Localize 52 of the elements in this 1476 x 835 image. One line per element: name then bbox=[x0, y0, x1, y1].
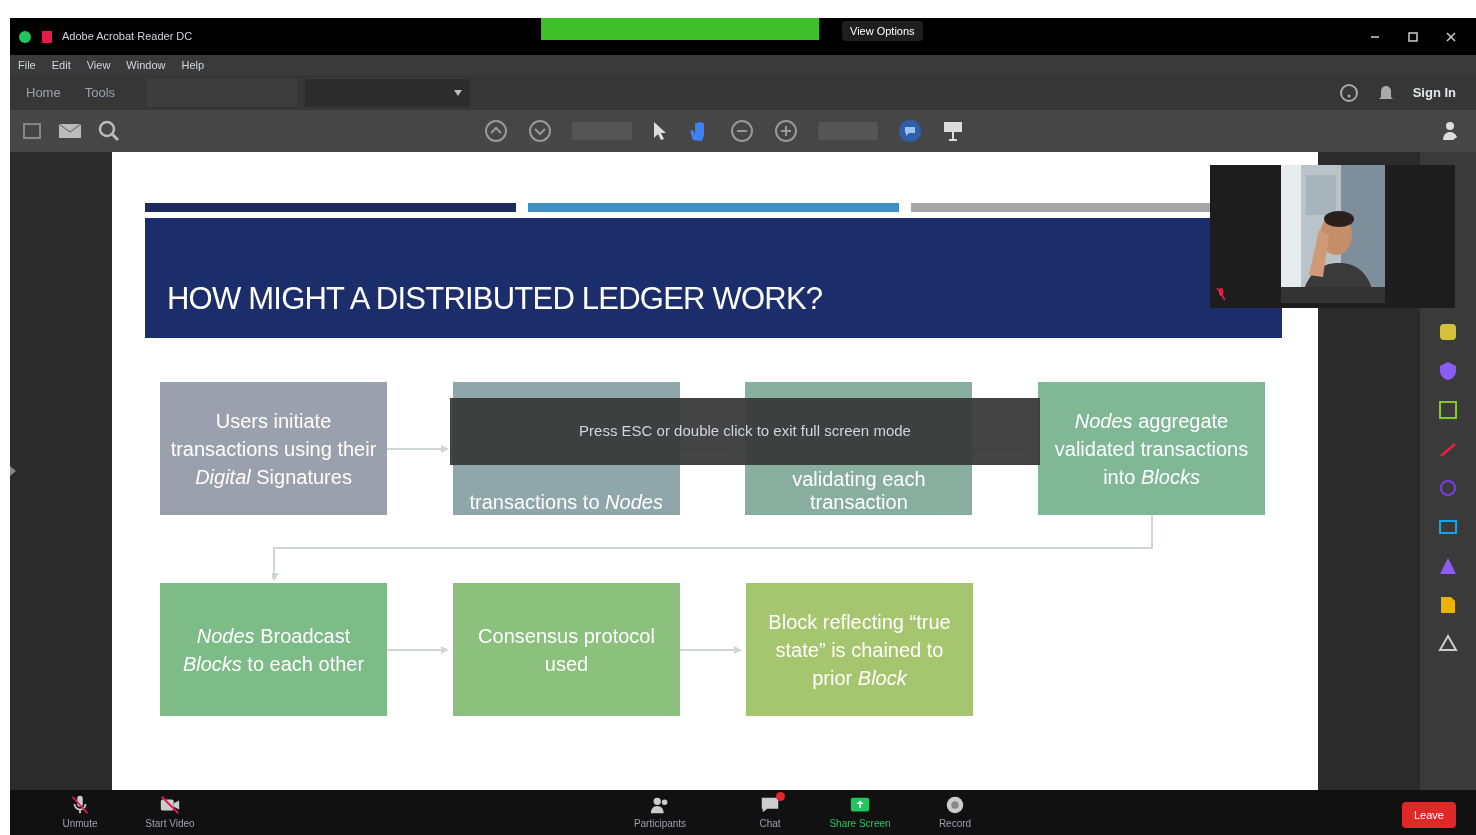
tools-icon[interactable] bbox=[1438, 634, 1458, 654]
mail-icon[interactable] bbox=[58, 121, 82, 141]
flow-step: Nodes Broadcast Blocks to each other bbox=[160, 583, 387, 716]
video-icon bbox=[159, 794, 181, 816]
bell-icon[interactable] bbox=[1378, 83, 1393, 102]
share-screen-button[interactable]: Share Screen bbox=[820, 794, 900, 831]
slide-title: HOW MIGHT A DISTRIBUTED LEDGER WORK? bbox=[167, 279, 823, 318]
menu-item[interactable]: Window bbox=[126, 56, 166, 74]
page-up-icon[interactable] bbox=[484, 119, 508, 143]
cursor-icon[interactable] bbox=[652, 121, 668, 141]
mic-icon bbox=[69, 794, 91, 816]
shield-icon[interactable] bbox=[1438, 361, 1458, 381]
app-icon bbox=[18, 29, 32, 44]
zoom-out-icon[interactable] bbox=[730, 119, 754, 143]
menu-item[interactable]: Edit bbox=[51, 56, 71, 74]
maximize-icon[interactable] bbox=[1408, 31, 1418, 42]
nav-tab[interactable]: Home bbox=[26, 82, 61, 103]
flow-step: Block reflecting “true state” is chained to prior Block bbox=[746, 583, 973, 716]
record-button[interactable]: Record bbox=[915, 794, 995, 831]
sign-in-button[interactable]: Sign In bbox=[1412, 82, 1456, 103]
search-icon[interactable] bbox=[98, 120, 120, 142]
triangle-tool-icon[interactable] bbox=[1438, 556, 1458, 576]
flow-arrow bbox=[680, 645, 742, 654]
leave-button[interactable]: Leave bbox=[1402, 802, 1456, 828]
flow-arrow bbox=[387, 645, 449, 654]
help-icon[interactable] bbox=[1338, 82, 1359, 103]
start-video-button[interactable]: Start Video bbox=[130, 794, 210, 831]
document-icon bbox=[40, 29, 54, 44]
fullscreen-toast: Press ESC or double click to exit full screen mode bbox=[450, 398, 1040, 465]
menu-item[interactable]: View bbox=[86, 56, 111, 74]
muted-mic-icon bbox=[1216, 287, 1226, 301]
nav-tab[interactable]: Tools bbox=[84, 82, 116, 103]
view-options-button[interactable]: View Options bbox=[842, 21, 923, 41]
window-title: Adobe Acrobat Reader DC bbox=[62, 29, 193, 45]
presentation-icon[interactable] bbox=[942, 120, 964, 142]
chat-button[interactable]: Chat bbox=[730, 794, 810, 831]
unmute-button[interactable]: Unmute bbox=[40, 794, 120, 831]
sidebar-icon[interactable] bbox=[22, 121, 42, 141]
comment-icon[interactable] bbox=[898, 119, 922, 143]
close-icon[interactable] bbox=[1446, 31, 1456, 42]
flow-step: Users initiate transactions using their Digital Signatures bbox=[160, 382, 387, 515]
participants-button[interactable]: Participants bbox=[620, 794, 700, 831]
record-icon bbox=[944, 794, 966, 816]
expand-icon[interactable] bbox=[10, 466, 16, 476]
zoom-in-icon[interactable] bbox=[774, 119, 798, 143]
flow-arrow bbox=[387, 444, 449, 453]
caret-icon bbox=[454, 89, 463, 96]
page-down-icon[interactable] bbox=[528, 119, 552, 143]
flow-step: Consensus protocol used bbox=[453, 583, 680, 716]
menu-item[interactable]: Help bbox=[181, 56, 205, 74]
flow-step: Nodes aggregate validated transactions into Blocks bbox=[1038, 382, 1265, 515]
menu-item[interactable]: File bbox=[18, 56, 36, 74]
